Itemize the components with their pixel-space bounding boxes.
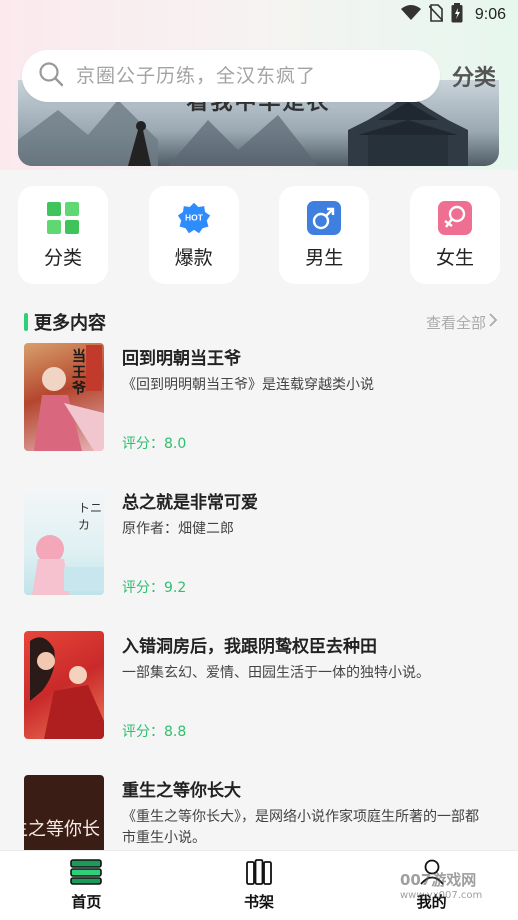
hot-badge-icon: HOT — [177, 201, 211, 235]
book-cover: 当王爷 — [24, 343, 104, 451]
see-all-link[interactable]: 查看全部 — [426, 312, 498, 333]
category-link[interactable]: 分类 — [452, 60, 496, 92]
watermark-text: 007游戏网 — [400, 871, 477, 889]
section-accent-bar — [24, 313, 28, 331]
nav-home[interactable]: 首页 — [36, 851, 136, 920]
status-bar: 9:06 — [0, 0, 518, 30]
home-books-icon — [70, 859, 103, 889]
book-cover-title: トニカ — [78, 501, 103, 532]
section-header: 更多内容 查看全部 — [24, 310, 498, 334]
wifi-icon — [400, 5, 421, 25]
book-cover-title: 生之等你长 — [24, 819, 100, 840]
nav-label: 首页 — [71, 893, 102, 911]
book-desc: 一部集玄幻、爱情、田园生活于一体的独特小说。 — [122, 665, 430, 681]
female-icon — [437, 200, 472, 235]
quick-nav-male[interactable]: 男生 — [279, 186, 370, 284]
book-desc: 《重生之等你长大》，是网络小说作家项庭生所著的一部都市重生小说。 — [122, 809, 479, 846]
book-title: 入错洞房后，我跟阴鸷权臣去种田 — [122, 637, 377, 657]
search-icon — [38, 61, 64, 91]
grid-icon — [46, 201, 80, 235]
battery-icon — [451, 3, 463, 27]
quick-nav-label: 男生 — [305, 246, 344, 269]
section-title-text: 更多内容 — [34, 313, 106, 334]
book-score: 评分：9.2 — [122, 580, 187, 596]
search-input[interactable] — [76, 65, 416, 87]
book-cover-title: 当王爷 — [72, 349, 86, 397]
see-all-label: 查看全部 — [425, 313, 486, 332]
quick-nav-category[interactable]: 分类 — [18, 186, 108, 284]
no-sim-icon — [428, 4, 444, 26]
book-title: 总之就是非常可爱 — [122, 493, 258, 513]
nav-label: 书架 — [243, 893, 274, 911]
book-item[interactable]: 入错洞房后，我跟阴鸷权臣去种田 一部集玄幻、爱情、田园生活于一体的独特小说。 评… — [24, 631, 504, 741]
status-time: 9:06 — [474, 6, 506, 23]
book-score: 评分：8.0 — [122, 436, 187, 452]
male-icon — [307, 200, 342, 235]
book-desc: 《回到明明朝当王爷》是连载穿越类小说 — [122, 377, 374, 393]
quick-nav-label: 分类 — [43, 246, 82, 269]
book-title: 回到明朝当王爷 — [122, 349, 241, 369]
nav-bookshelf[interactable]: 书架 — [209, 851, 309, 920]
book-cover: トニカ — [24, 487, 104, 595]
chevron-right-icon — [488, 313, 498, 331]
book-cover — [24, 631, 104, 739]
book-score: 评分：8.8 — [122, 724, 187, 740]
quick-nav-label: 爆款 — [174, 246, 213, 269]
site-watermark: 007游戏网 www.yx007.com — [400, 872, 482, 904]
quick-nav-label: 女生 — [435, 246, 474, 269]
svg-text:HOT: HOT — [185, 212, 204, 222]
quick-nav-female[interactable]: 女生 — [409, 186, 500, 284]
quick-nav: 分类 HOT 爆款 男生 女生 — [18, 186, 500, 284]
section-title: 更多内容 — [24, 309, 106, 335]
book-title: 重生之等你长大 — [122, 781, 241, 801]
watermark-url: www.yx007.com — [400, 890, 483, 901]
book-desc: 原作者：畑健二郎 — [122, 521, 234, 537]
book-item[interactable]: トニカ 总之就是非常可爱 原作者：畑健二郎 评分：9.2 — [24, 487, 504, 597]
search-bar[interactable] — [22, 50, 440, 102]
book-item[interactable]: 当王爷 回到明朝当王爷 《回到明明朝当王爷》是连载穿越类小说 评分：8.0 — [24, 343, 504, 453]
quick-nav-hot[interactable]: HOT 爆款 — [148, 186, 239, 284]
bookshelf-icon — [245, 859, 273, 889]
